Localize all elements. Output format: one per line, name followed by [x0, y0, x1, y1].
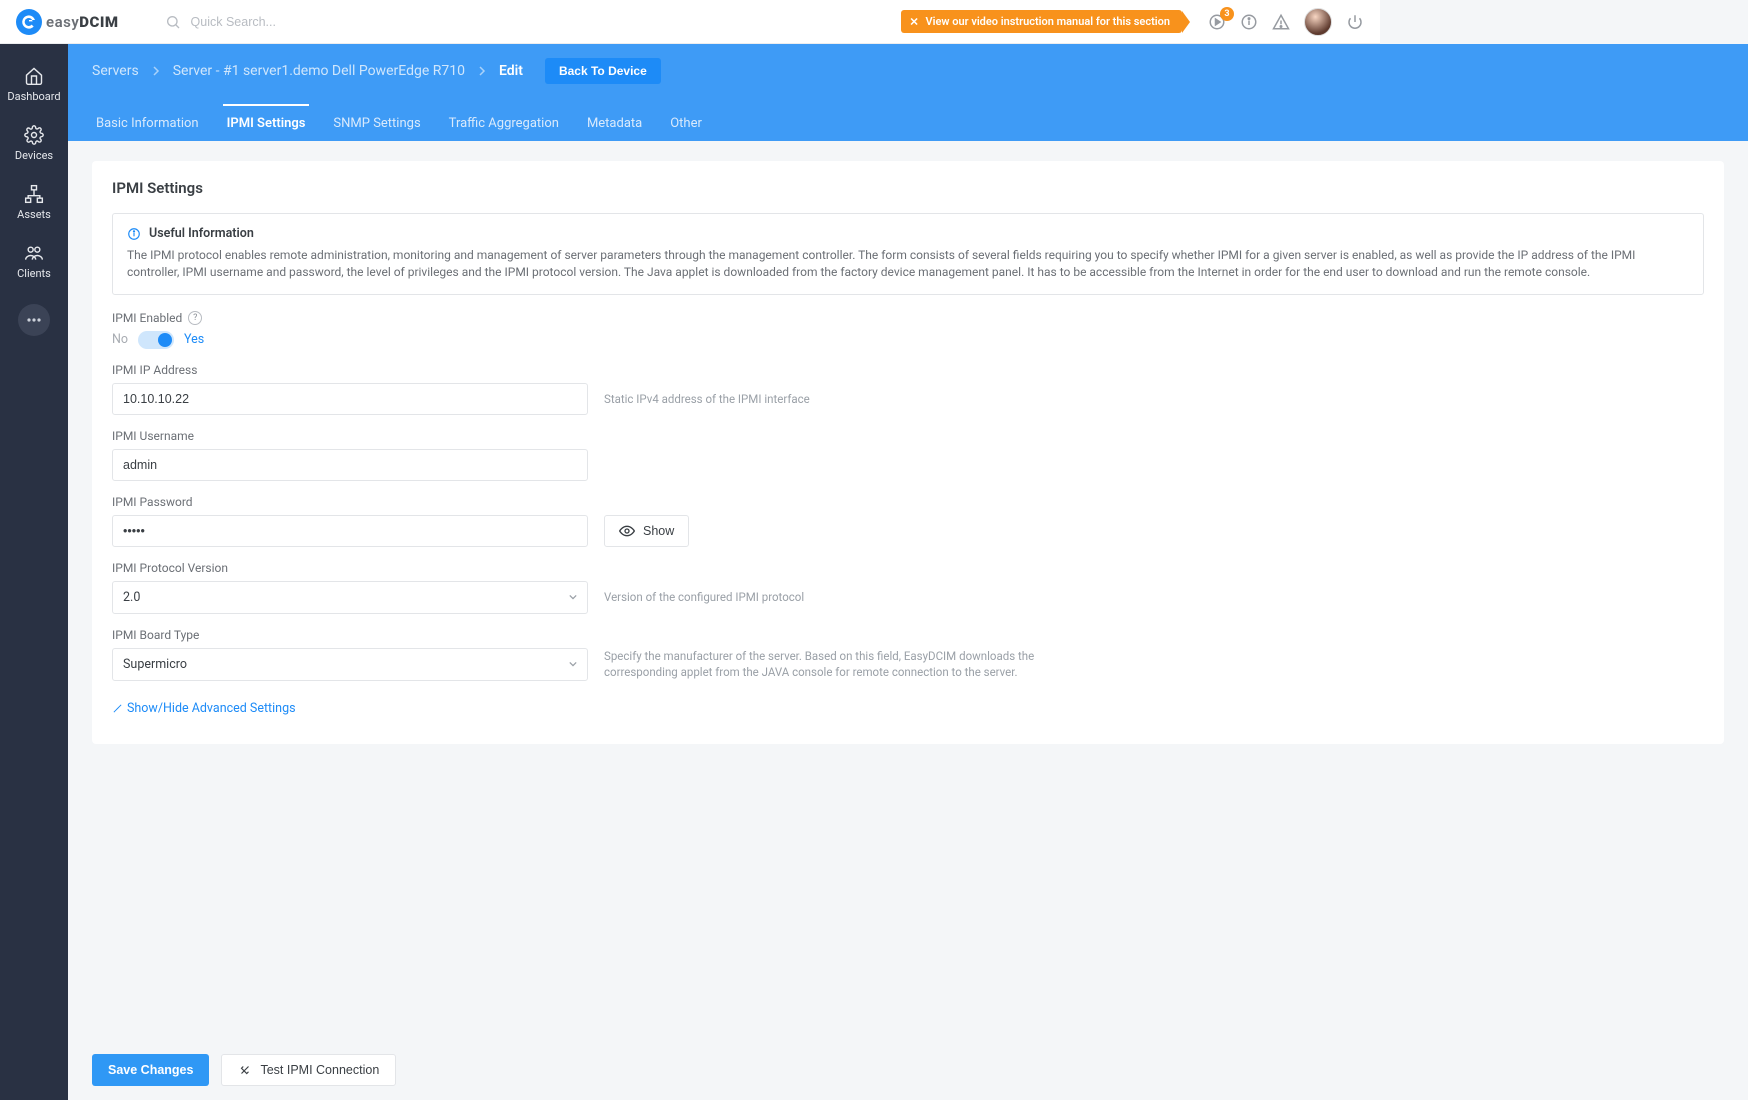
label-ipmi-enabled: IPMI Enabled ?: [112, 311, 1704, 325]
label-ipmi-user: IPMI Username: [112, 429, 1704, 443]
hint-ipmi-protocol: Version of the configured IPMI protocol: [604, 589, 1084, 605]
page-title: IPMI Settings: [112, 179, 1704, 197]
toggle-yes-label: Yes: [184, 332, 204, 347]
eye-icon: [619, 525, 635, 537]
sitemap-icon: [24, 184, 44, 204]
breadcrumb: Servers Server - #1 server1.demo Dell Po…: [92, 58, 1724, 84]
save-changes-button[interactable]: Save Changes: [92, 1054, 209, 1086]
help-icon[interactable]: ?: [188, 311, 202, 325]
advanced-settings-link[interactable]: Show/Hide Advanced Settings: [112, 701, 296, 716]
plug-icon: [238, 1063, 252, 1077]
back-to-device-button[interactable]: Back To Device: [545, 58, 661, 84]
breadcrumb-server[interactable]: Server - #1 server1.demo Dell PowerEdge …: [173, 63, 465, 79]
chevron-right-icon: [151, 66, 161, 76]
tab-ipmi-settings[interactable]: IPMI Settings: [223, 104, 310, 141]
label-ipmi-protocol: IPMI Protocol Version: [112, 561, 1704, 575]
power-icon[interactable]: [1346, 13, 1364, 31]
label-ipmi-ip: IPMI IP Address: [112, 363, 1704, 377]
ipmi-protocol-select[interactable]: 2.0: [112, 581, 588, 614]
brand-logo[interactable]: easyDCIM: [16, 9, 119, 35]
ipmi-username-input[interactable]: [112, 449, 588, 481]
hint-ipmi-ip: Static IPv4 address of the IPMI interfac…: [604, 391, 1084, 407]
breadcrumb-servers[interactable]: Servers: [92, 63, 139, 79]
tab-metadata[interactable]: Metadata: [583, 104, 646, 141]
tab-basic-information[interactable]: Basic Information: [92, 104, 203, 141]
chevron-right-icon: [477, 66, 487, 76]
ipmi-board-select[interactable]: Supermicro: [112, 648, 588, 681]
link-icon: [112, 703, 123, 714]
tab-traffic-aggregation[interactable]: Traffic Aggregation: [445, 104, 563, 141]
tab-other[interactable]: Other: [666, 104, 706, 141]
label-ipmi-board: IPMI Board Type: [112, 628, 1704, 642]
ipmi-password-input[interactable]: [112, 515, 588, 547]
breadcrumb-current: Edit: [499, 63, 523, 79]
sidebar-item-devices[interactable]: Devices: [0, 117, 68, 170]
alert-icon[interactable]: [1272, 13, 1290, 31]
global-search-input[interactable]: [191, 15, 411, 29]
chevron-down-icon: [569, 660, 577, 668]
ipmi-enabled-toggle[interactable]: [138, 331, 174, 349]
logo-mark-icon: [16, 9, 42, 35]
toggle-no-label: No: [112, 332, 128, 347]
test-ipmi-button[interactable]: Test IPMI Connection: [221, 1054, 396, 1086]
users-icon: [24, 243, 44, 263]
hint-ipmi-board: Specify the manufacturer of the server. …: [604, 648, 1084, 680]
video-instruction-banner[interactable]: ✕ View our video instruction manual for …: [901, 10, 1182, 33]
brand-text: easyDCIM: [46, 13, 119, 31]
close-icon[interactable]: ✕: [909, 15, 918, 28]
notification-badge: 3: [1220, 7, 1234, 21]
dots-icon: [27, 318, 41, 322]
gear-icon: [24, 125, 44, 145]
chevron-down-icon: [569, 593, 577, 601]
sidebar-item-clients[interactable]: Clients: [0, 235, 68, 288]
show-password-button[interactable]: Show: [604, 515, 689, 547]
sidebar-item-dashboard[interactable]: Dashboard: [0, 58, 68, 111]
ipmi-ip-input[interactable]: [112, 383, 588, 415]
tab-snmp-settings[interactable]: SNMP Settings: [329, 104, 424, 141]
user-avatar[interactable]: [1304, 8, 1332, 36]
play-tour-icon[interactable]: 3: [1208, 13, 1226, 31]
sidebar-item-assets[interactable]: Assets: [0, 176, 68, 229]
useful-information-box: Useful Information The IPMI protocol ena…: [112, 213, 1704, 295]
info-icon[interactable]: [1240, 13, 1258, 31]
sidebar-more-button[interactable]: [18, 304, 50, 336]
label-ipmi-pass: IPMI Password: [112, 495, 1704, 509]
home-icon: [24, 66, 44, 86]
info-icon: [127, 227, 141, 241]
search-icon: [165, 14, 181, 30]
